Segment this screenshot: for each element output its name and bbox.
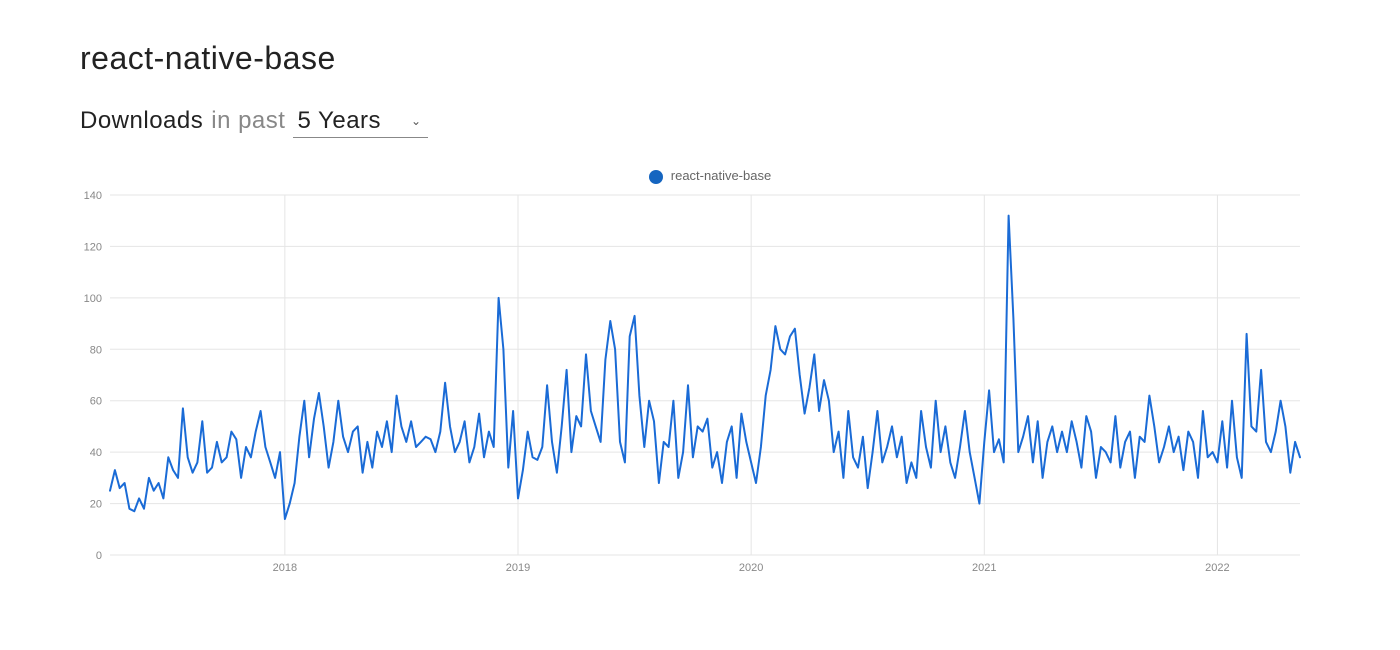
svg-text:2019: 2019 — [506, 562, 530, 574]
downloads-label: Downloads — [80, 107, 203, 135]
series-line — [110, 215, 1300, 518]
in-past-label: in past — [211, 107, 285, 135]
legend-series-label: react-native-base — [671, 168, 771, 183]
chart-legend: react-native-base — [80, 168, 1340, 184]
svg-text:20: 20 — [90, 498, 102, 510]
page-root: react-native-base Downloads in past 5 Ye… — [0, 0, 1400, 650]
svg-text:120: 120 — [84, 241, 102, 253]
svg-text:40: 40 — [90, 447, 102, 459]
range-select[interactable]: 5 Years ⌄ — [293, 107, 427, 138]
svg-text:80: 80 — [90, 344, 102, 356]
page-title: react-native-base — [80, 40, 1340, 77]
downloads-line: Downloads in past 5 Years ⌄ — [80, 107, 1340, 138]
range-select-value: 5 Years — [297, 107, 381, 135]
svg-text:140: 140 — [84, 190, 102, 202]
chevron-down-icon: ⌄ — [411, 114, 422, 128]
svg-text:2022: 2022 — [1205, 562, 1229, 574]
svg-text:100: 100 — [84, 292, 102, 304]
svg-text:2018: 2018 — [273, 562, 297, 574]
svg-text:0: 0 — [96, 550, 102, 562]
svg-text:2020: 2020 — [739, 562, 763, 574]
svg-text:2021: 2021 — [972, 562, 996, 574]
chart-container: 0 20 40 60 80 100 120 140 2018 2019 2020 2021 2022 — [70, 190, 1310, 580]
legend-dot-icon — [649, 170, 663, 184]
downloads-line-chart: 0 20 40 60 80 100 120 140 2018 2019 2020 2021 2022 — [70, 190, 1310, 580]
svg-text:60: 60 — [90, 395, 102, 407]
